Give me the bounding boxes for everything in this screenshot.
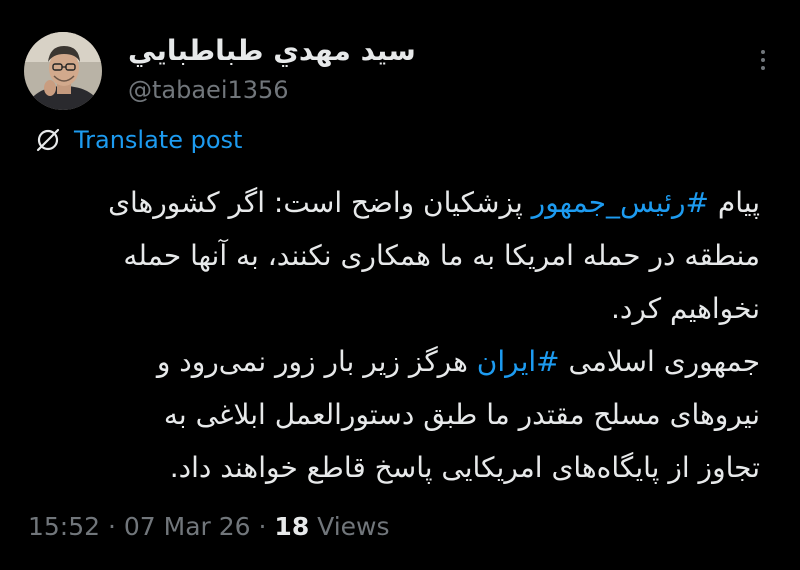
avatar-image [24,32,102,110]
meta-separator: · [100,512,124,541]
avatar[interactable] [24,32,102,110]
more-options-icon [761,50,765,54]
tweet-line: نخواهیم کرد. [610,292,760,325]
post-date[interactable]: 07 Mar 26 [124,512,251,541]
post-time[interactable]: 15:52 [28,512,100,541]
hashtag-link[interactable]: #رئیس_جمهور [532,186,709,219]
tweet-text-segment: جمهوری اسلامی [559,345,761,378]
tweet-line: جمهوری اسلامی #ایران هرگز زیر بار زور نم… [20,335,760,388]
tweet-line: منطقه در حمله امریکا به ما همکاری نکنند،… [123,239,760,272]
translate-post-button[interactable]: Translate post [34,126,242,154]
tweet-text-segment: هرگز زیر بار زور نمی‌رود و [156,345,477,378]
hashtag-link[interactable]: #ایران [477,345,560,378]
more-options-icon-dot [761,58,765,62]
translate-post-label: Translate post [74,126,243,154]
more-options-icon-dot [761,66,765,70]
views-count[interactable]: 18 [274,512,309,541]
user-handle[interactable]: @tabaei1356 [128,76,289,104]
tweet-text-segment: پزشکیان واضح است: اگر کشورهای [108,186,532,219]
tweet-line: پیام #رئیس_جمهور پزشکیان واضح است: اگر ک… [20,176,760,229]
tweet-text: پیام #رئیس_جمهور پزشکیان واضح است: اگر ک… [20,176,760,494]
more-options-button[interactable] [750,50,776,70]
views-label: Views [309,512,390,541]
tweet-line: تجاوز از پایگاه‌های امریکایی پاسخ قاطع خ… [169,451,760,484]
display-name[interactable]: سيد مهدي طباطبايي [128,34,416,67]
tweet-text-segment: پیام [708,186,760,219]
tweet-metadata: 15:52 · 07 Mar 26 · 18 Views [28,512,390,541]
translate-icon [36,128,60,152]
meta-separator: · [250,512,275,541]
tweet-line: نیروهای مسلح مقتدر ما طبق دستورالعمل ابل… [163,398,760,431]
